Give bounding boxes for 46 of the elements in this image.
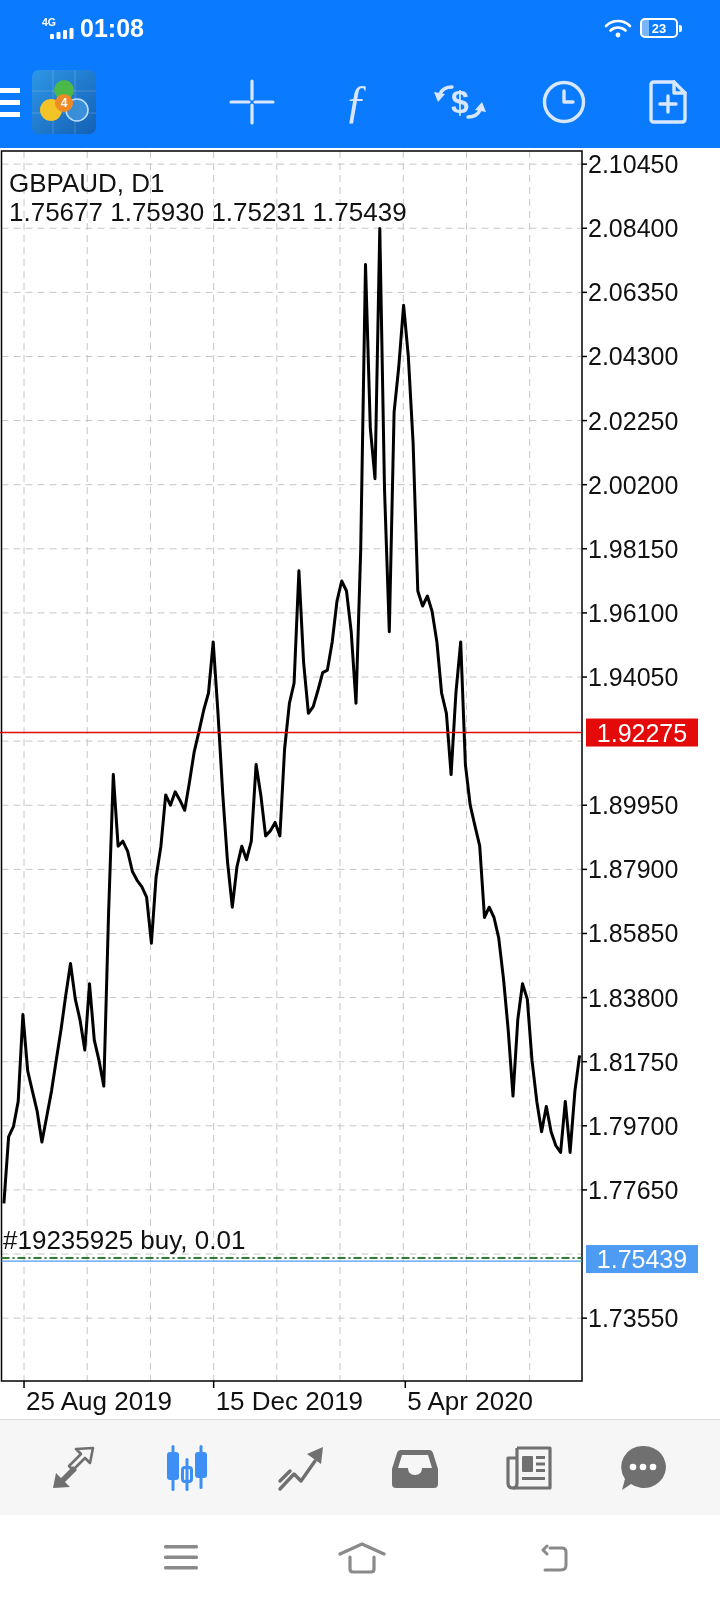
- ref-line-label: 1.92275: [596, 718, 688, 747]
- price-axis-label: 2.06350: [588, 278, 679, 307]
- price-axis-label: 1.85850: [588, 919, 679, 948]
- chat-icon: [619, 1443, 667, 1492]
- price-axis-label: 2.00200: [588, 470, 679, 499]
- price-axis-label: 1.94050: [588, 663, 679, 692]
- price-axis-label: 1.89950: [588, 791, 679, 820]
- network-type: 4G: [42, 17, 56, 28]
- price-axis-label: 1.96100: [588, 598, 679, 627]
- date-axis-label: 25 Aug 2019: [26, 1386, 173, 1416]
- back-icon[interactable]: [540, 1543, 568, 1572]
- ref-line-label: 1.75439: [596, 1245, 688, 1274]
- price-axis-label: 1.79700: [588, 1111, 679, 1140]
- chart-title: GBPAUD, D1: [9, 168, 165, 198]
- price-axis-label: 2.10450: [588, 150, 679, 179]
- clock-time: 01:08: [80, 13, 144, 43]
- crosshair-icon: [229, 79, 275, 125]
- price-tag: 1.75439: [586, 1245, 698, 1274]
- newspaper-icon: [505, 1443, 553, 1492]
- nav-tab[interactable]: [505, 1443, 553, 1492]
- price-axis-label: 1.77650: [588, 1175, 679, 1204]
- add-file-icon: [649, 80, 687, 124]
- battery-indicator: 23: [640, 18, 682, 38]
- date-axis-label: 5 Apr 2020: [407, 1386, 534, 1416]
- price-axis-label: 2.08400: [588, 214, 679, 243]
- price-tag: 1.92275: [586, 718, 698, 747]
- price-axis-label: 1.73550: [588, 1304, 679, 1333]
- trade-button[interactable]: $: [430, 76, 490, 128]
- price-axis-label: 1.98150: [588, 534, 679, 563]
- clock-icon: [542, 80, 586, 124]
- ohlc-values: 1.75677 1.75930 1.75231 1.75439: [9, 197, 407, 227]
- date-axis-label: 15 Dec 2019: [215, 1386, 364, 1416]
- signal-icon: [50, 28, 74, 39]
- price-axis-label: 1.83800: [588, 983, 679, 1012]
- wifi-icon: [604, 18, 632, 38]
- indicators-button[interactable]: ƒ: [326, 76, 386, 128]
- menu-icon[interactable]: [0, 87, 20, 117]
- price-axis-label: 2.04300: [588, 342, 679, 371]
- price-axis-label: 2.02250: [588, 406, 679, 435]
- price-axis-label: 1.81750: [588, 1047, 679, 1076]
- nav-tab[interactable]: [619, 1443, 667, 1492]
- app-logo: 4: [32, 70, 96, 134]
- menu-icon[interactable]: [164, 1545, 198, 1570]
- price-axis-label: 1.87900: [588, 855, 679, 884]
- order-label: #19235925 buy, 0.01: [3, 1225, 246, 1256]
- home-icon[interactable]: [338, 1541, 386, 1574]
